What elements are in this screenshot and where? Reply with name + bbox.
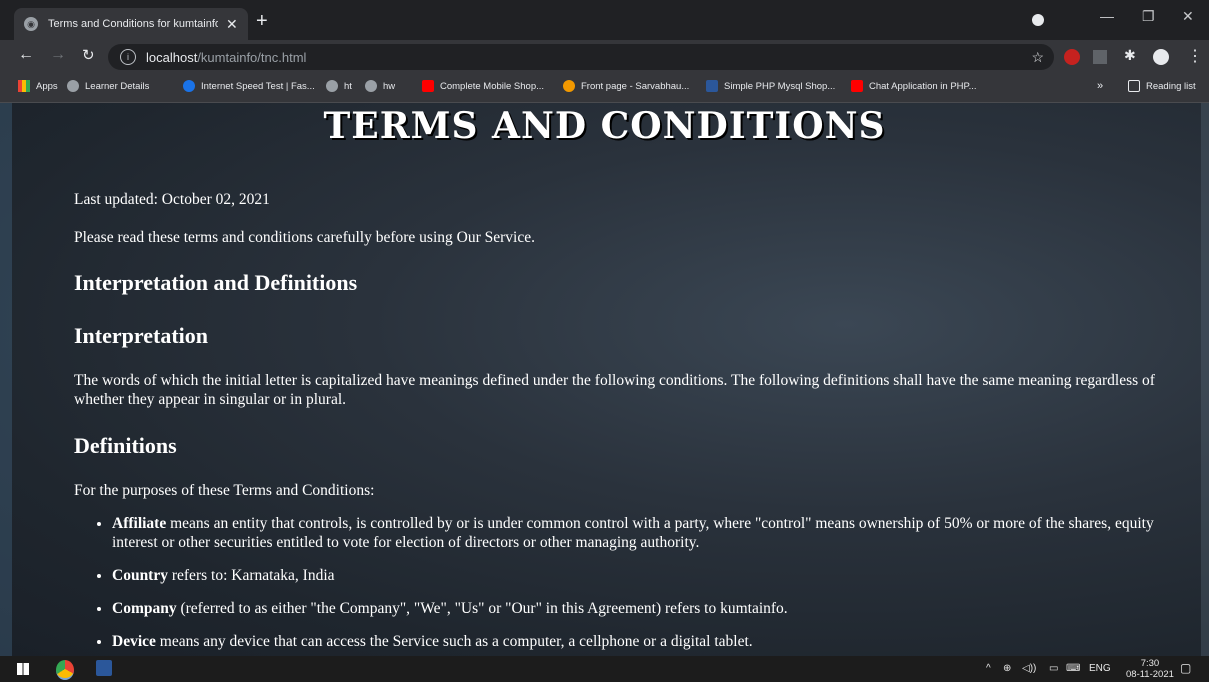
globe-icon [67,80,79,92]
page-viewport: TERMS AND CONDITIONS Last updated: Octob… [0,103,1209,656]
bookmarks-bar: Apps Learner Details Internet Speed Test… [0,74,1209,103]
bookmark-mobile-shop[interactable]: Complete Mobile Shop... [422,80,544,92]
heading-interpretation: Interpretation [74,323,209,348]
list-item: Device means any device that can access … [112,632,1182,651]
more-menu-icon[interactable]: ⋮ [1187,46,1203,66]
bookmark-front-page[interactable]: Front page - Sarvabhau... [563,80,689,92]
windows-taskbar: ^ ⊕ ◁)) ▭ ⌨ ENG 7:30 08-11-2021 ▢ [0,656,1209,682]
reading-list-icon [1128,80,1140,92]
battery-icon[interactable]: ▭ [1049,663,1058,674]
clock-time: 7:30 [1140,658,1160,669]
bookmark-ht[interactable]: ht [326,80,352,92]
extension-red-icon[interactable] [1064,49,1080,65]
extensions-puzzle-icon[interactable]: ✱ [1124,47,1136,64]
bookmark-chat-app[interactable]: Chat Application in PHP... [851,80,977,92]
bookmark-apps[interactable]: Apps [18,80,58,92]
tab-strip: ◉ Terms and Conditions for kumtainfo ✕ +… [0,0,1209,40]
bookmark-php-shop[interactable]: Simple PHP Mysql Shop... [706,80,835,92]
extension-grey-icon[interactable] [1093,50,1107,64]
taskbar-clock[interactable]: 7:30 08-11-2021 [1126,658,1174,680]
close-tab-icon[interactable]: ✕ [226,16,238,33]
bookmark-hw[interactable]: hw [365,80,395,92]
address-bar[interactable]: i localhost/kumtainfo/tnc.html ☆ [108,44,1054,70]
interpretation-text: The words of which the initial letter is… [74,372,1155,408]
globe-icon [326,80,338,92]
list-item: Affiliate means an entity that controls,… [112,514,1182,552]
list-item: Company (referred to as either "the Comp… [112,599,1182,618]
globe-icon: ◉ [24,17,38,31]
back-button[interactable]: ← [18,46,34,64]
page-title: TERMS AND CONDITIONS [323,105,886,147]
tab-title: Terms and Conditions for kumtainfo [48,18,218,30]
youtube-icon [851,80,863,92]
globe-icon [365,80,377,92]
tray-chevron-icon[interactable]: ^ [986,663,991,674]
network-icon[interactable]: ⊕ [1003,663,1011,674]
keyboard-icon[interactable]: ⌨ [1066,663,1080,674]
restore-button[interactable]: ❐ [1142,8,1155,25]
browser-tab[interactable]: ◉ Terms and Conditions for kumtainfo ✕ [14,8,248,40]
language-indicator[interactable]: ENG [1089,663,1111,674]
apps-grid-icon [18,80,30,92]
last-updated: Last updated: October 02, 2021 [74,191,270,208]
youtube-icon [422,80,434,92]
list-item: Country refers to: Karnataka, India [112,566,1182,585]
reading-list-button[interactable]: Reading list [1128,80,1196,92]
definitions-intro: For the purposes of these Terms and Cond… [74,482,375,499]
forward-button[interactable]: → [50,46,66,64]
site-icon [563,80,575,92]
account-avatar-icon[interactable] [1153,49,1169,65]
url-text: localhost/kumtainfo/tnc.html [146,49,307,65]
volume-icon[interactable]: ◁)) [1022,663,1036,674]
info-icon[interactable]: i [120,49,136,65]
heading-interpretation-definitions: Interpretation and Definitions [74,270,358,295]
clock-date: 08-11-2021 [1126,669,1174,680]
speedtest-icon [183,80,195,92]
minimize-button[interactable]: — [1100,8,1114,24]
bookmark-speed-test[interactable]: Internet Speed Test | Fas... [183,80,315,92]
bookmark-star-icon[interactable]: ☆ [1031,49,1044,66]
bookmark-learner-details[interactable]: Learner Details [67,80,149,92]
chrome-taskbar-icon[interactable] [56,660,74,680]
new-tab-button[interactable]: + [256,10,268,33]
browser-toolbar: ← → ↻ i localhost/kumtainfo/tnc.html ☆ ✱… [0,40,1209,74]
bookmarks-overflow[interactable]: » [1097,80,1103,92]
windows-start-icon[interactable] [17,663,29,675]
profile-menu-icon[interactable] [1032,14,1044,26]
notification-icon[interactable]: ▢ [1180,661,1191,675]
reload-button[interactable]: ↻ [82,46,95,64]
heading-definitions: Definitions [74,433,177,458]
word-taskbar-icon[interactable] [96,660,112,676]
intro-text: Please read these terms and conditions c… [74,229,535,246]
definitions-list: Affiliate means an entity that controls,… [74,514,1182,656]
w-icon [706,80,718,92]
close-window-button[interactable]: ✕ [1182,8,1194,25]
